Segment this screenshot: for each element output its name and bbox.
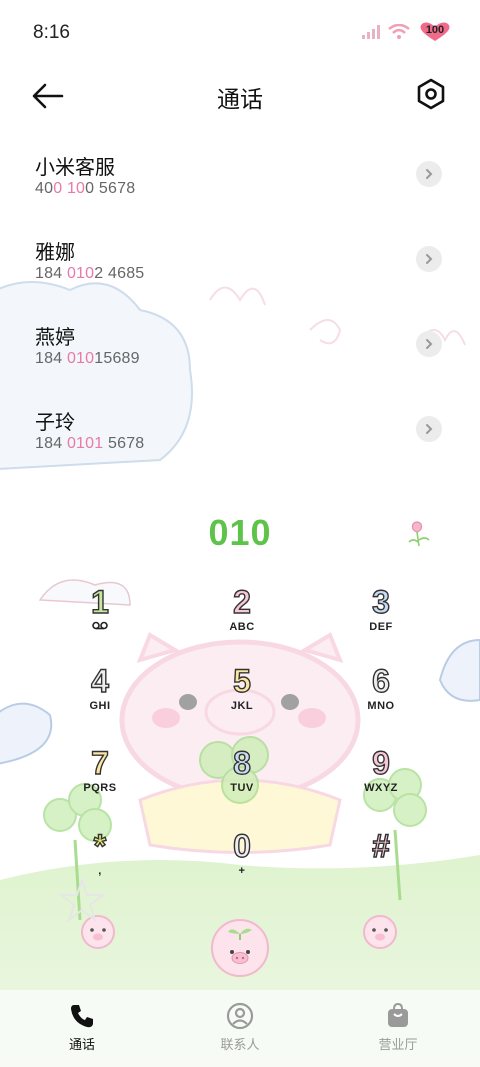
battery-level: 100 xyxy=(425,24,445,36)
tab-service-hall[interactable]: 营业厅 xyxy=(343,990,453,1067)
key-letters: ABC xyxy=(229,621,255,633)
bottom-navigation: 通话 联系人 营业厅 xyxy=(0,990,480,1067)
contact-name: 雅娜 xyxy=(35,242,75,264)
contact-number: 400 100 5678 xyxy=(35,180,136,197)
contact-detail-button[interactable] xyxy=(416,416,442,442)
key-digit: 9 xyxy=(371,744,390,781)
tab-label: 营业厅 xyxy=(378,1037,418,1052)
contact-item[interactable]: 小米客服 400 100 5678 xyxy=(0,135,480,220)
signal-icon xyxy=(362,25,380,39)
back-arrow-icon xyxy=(32,83,64,109)
contact-detail-button[interactable] xyxy=(416,331,442,357)
key-digit: * xyxy=(93,827,107,864)
dial-key-0[interactable]: 0 + xyxy=(187,827,297,898)
status-bar: 8:16 100 xyxy=(0,0,480,66)
shopping-bag-icon xyxy=(388,1002,408,1027)
key-letters: + xyxy=(238,865,246,877)
dial-key-4[interactable]: 4 GHI xyxy=(45,662,155,733)
contact-item[interactable]: 子玲 184 0101 5678 xyxy=(0,390,480,475)
key-letters: PQRS xyxy=(83,782,117,794)
page-title: 通话 xyxy=(217,86,263,112)
pig-call-icon xyxy=(211,919,269,977)
dial-key-9[interactable]: 9 WXYZ xyxy=(326,744,436,815)
status-time: 8:16 xyxy=(33,22,70,43)
key-digit: 2 xyxy=(232,583,251,620)
dial-key-hash[interactable]: # xyxy=(326,827,436,898)
contact-name: 子玲 xyxy=(35,412,75,434)
key-digit: 6 xyxy=(371,662,390,699)
contact-name: 燕婷 xyxy=(35,327,75,349)
key-digit: 8 xyxy=(232,744,251,781)
key-digit: # xyxy=(371,827,390,864)
contact-item[interactable]: 雅娜 184 0102 4685 xyxy=(0,220,480,305)
contact-name: 小米客服 xyxy=(35,157,115,179)
key-digit: 3 xyxy=(371,583,390,620)
settings-button[interactable] xyxy=(414,77,448,111)
key-letters: GHI xyxy=(89,700,111,712)
contact-number: 184 0102 4685 xyxy=(35,265,145,282)
dial-key-1[interactable]: 1 xyxy=(45,583,155,654)
key-digit: 4 xyxy=(90,662,109,699)
contact-item[interactable]: 燕婷 184 01015689 xyxy=(0,305,480,390)
tab-contacts[interactable]: 联系人 xyxy=(185,990,295,1067)
dial-key-star[interactable]: * , xyxy=(45,827,155,898)
flower-button[interactable] xyxy=(403,518,435,550)
chevron-right-icon xyxy=(426,254,433,264)
key-letters: MNO xyxy=(367,700,395,712)
dial-key-6[interactable]: 6 MNO xyxy=(326,662,436,733)
dial-key-8[interactable]: 8 TUV xyxy=(187,744,297,815)
dial-key-7[interactable]: 7 PQRS xyxy=(45,744,155,815)
key-letters: JKL xyxy=(230,700,254,712)
back-button[interactable] xyxy=(30,78,66,114)
flower-icon xyxy=(408,521,430,547)
dial-key-2[interactable]: 2 ABC xyxy=(187,583,297,654)
contact-number: 184 01015689 xyxy=(35,350,140,367)
voicemail-icon xyxy=(45,621,155,633)
chevron-right-icon xyxy=(426,424,433,434)
dial-key-5[interactable]: 5 JKL xyxy=(187,662,297,733)
chevron-right-icon xyxy=(426,339,433,349)
phone-icon xyxy=(71,1005,93,1028)
call-button[interactable] xyxy=(210,918,270,978)
tab-calls[interactable]: 通话 xyxy=(27,990,137,1067)
key-digit: 7 xyxy=(90,744,109,781)
settings-icon xyxy=(417,78,445,110)
contact-detail-button[interactable] xyxy=(416,246,442,272)
key-digit: 0 xyxy=(232,827,251,864)
contact-list: 小米客服 400 100 5678 雅娜 184 0102 4685 燕婷 18… xyxy=(0,135,480,475)
header: 通话 xyxy=(0,66,480,124)
status-icons: 100 xyxy=(362,22,452,42)
chevron-right-icon xyxy=(426,169,433,179)
dial-key-3[interactable]: 3 DEF xyxy=(326,583,436,654)
key-digit: 1 xyxy=(90,583,109,620)
contacts-icon xyxy=(226,1002,254,1030)
contact-number: 184 0101 5678 xyxy=(35,435,145,452)
key-letters: WXYZ xyxy=(364,782,398,794)
tab-label: 联系人 xyxy=(220,1037,260,1052)
key-letters: DEF xyxy=(369,621,393,633)
battery-icon: 100 xyxy=(418,22,452,42)
wifi-icon xyxy=(388,24,410,39)
key-letters: , xyxy=(98,865,102,877)
contact-detail-button[interactable] xyxy=(416,161,442,187)
key-letters: TUV xyxy=(230,782,254,794)
tab-label: 通话 xyxy=(68,1037,95,1052)
key-digit: 5 xyxy=(232,662,251,699)
